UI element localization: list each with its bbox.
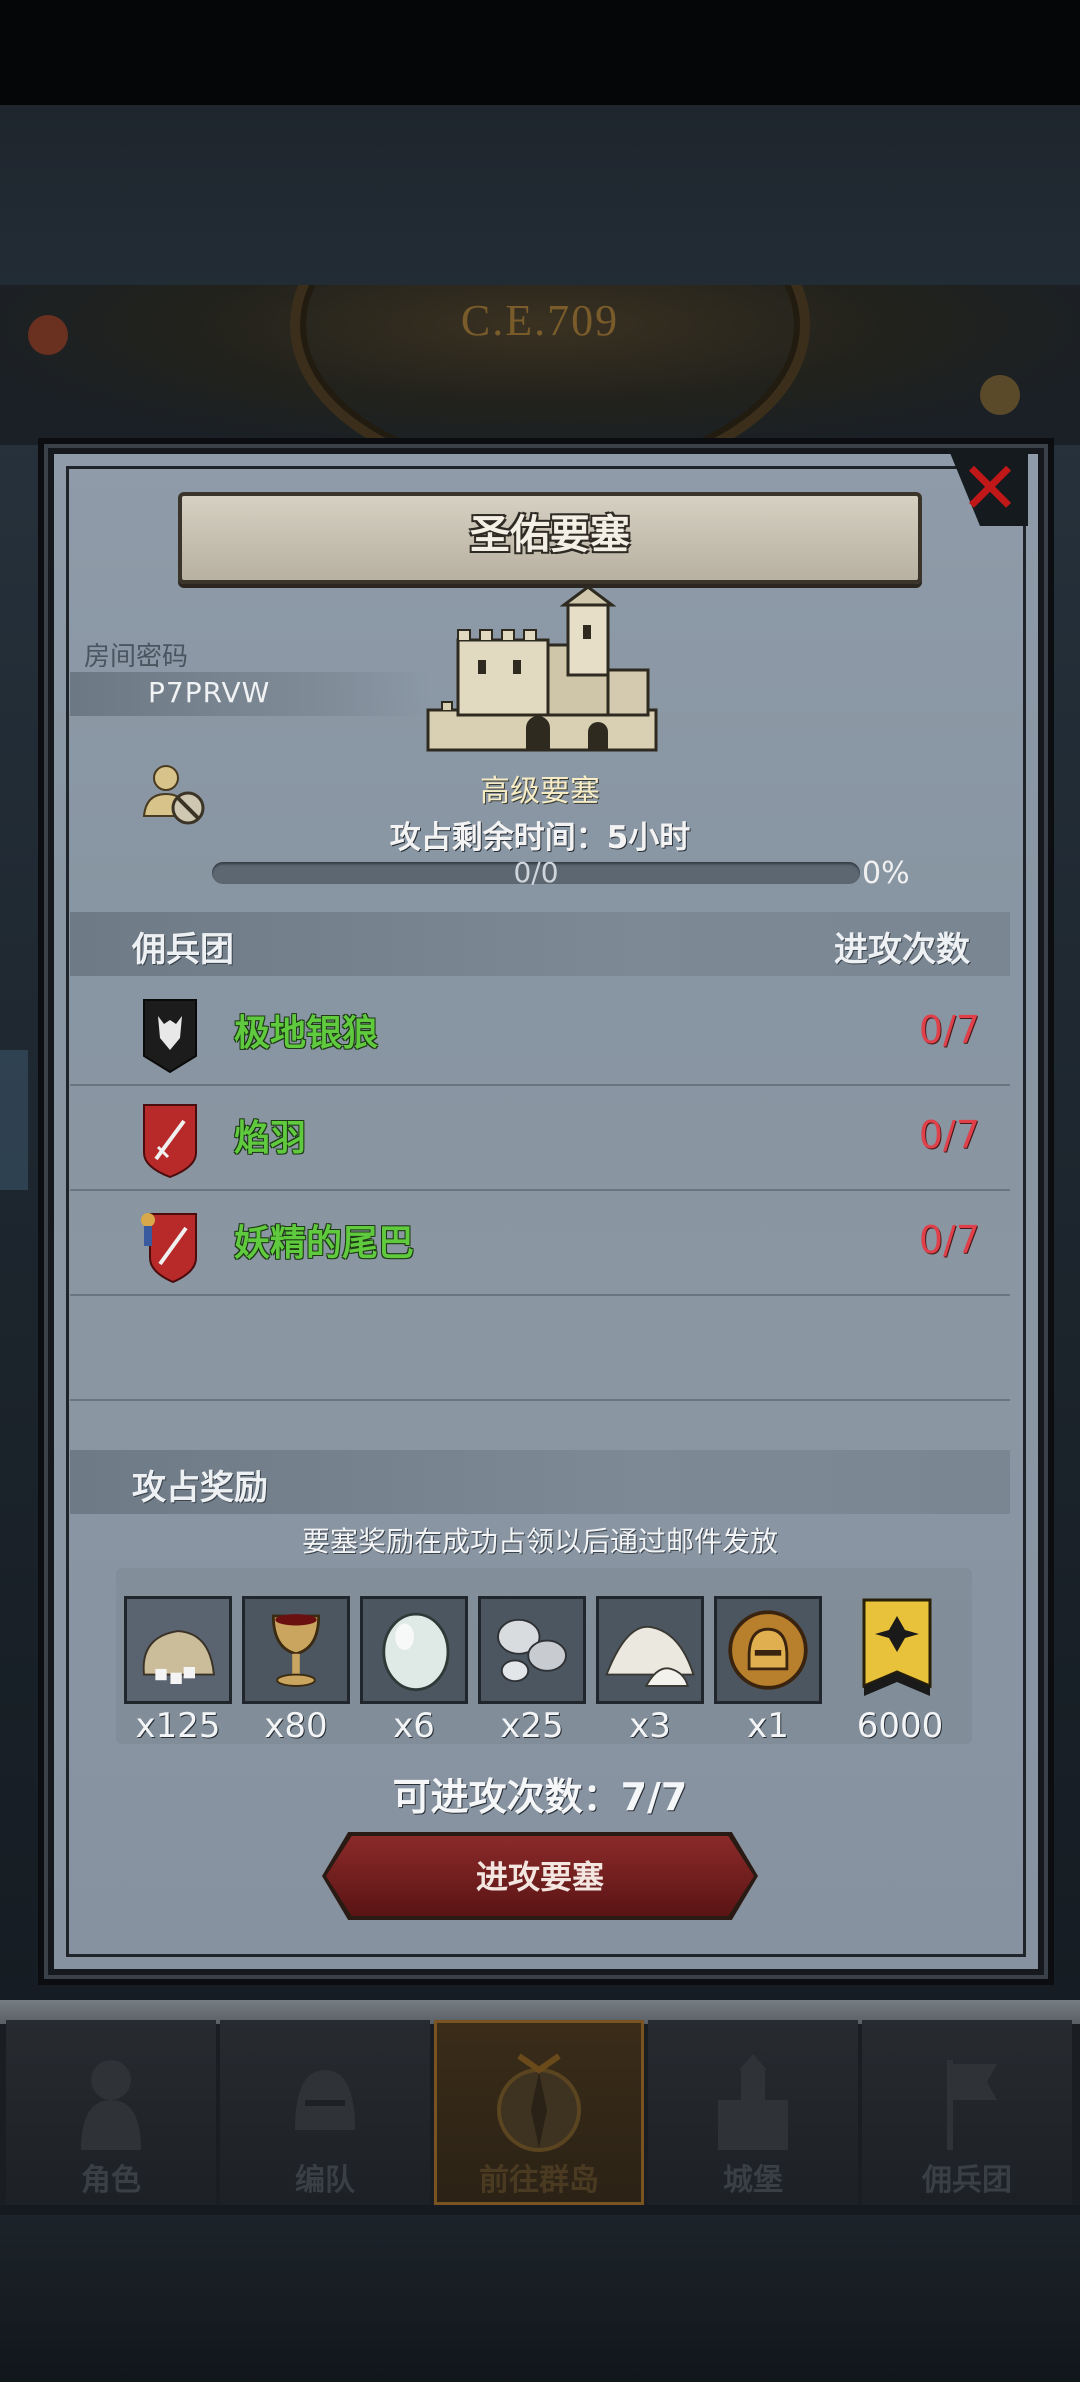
mercenary-section-header: 佣兵团 进攻次数 [70, 912, 1010, 976]
empty-mercenary-row [70, 1295, 1010, 1401]
nav-item-castle[interactable]: 城堡 [648, 2020, 858, 2205]
golden-helmet-icon[interactable] [714, 1596, 822, 1704]
fortress-type: 高级要塞 [480, 774, 600, 809]
nav-item-mercenary[interactable]: 佣兵团 [862, 2020, 1072, 2205]
ornament-icon [980, 375, 1020, 415]
sword-shield-icon [140, 1103, 200, 1179]
world-header: C.E.709 [0, 285, 1080, 445]
knight-icon [81, 2060, 141, 2150]
nav-label: 佣兵团 [922, 2163, 1012, 2198]
nav-label: 前往群岛 [479, 2163, 599, 2198]
wolf-banner-icon [140, 998, 200, 1074]
status-bar-area [0, 0, 1080, 105]
goblet-icon[interactable] [242, 1596, 350, 1704]
nav-label: 城堡 [723, 2163, 783, 2198]
side-strip-left [0, 1050, 28, 1190]
compass-icon [497, 2053, 581, 2152]
reward-count: x25 [500, 1706, 564, 1746]
year-label: C.E.709 [460, 296, 620, 345]
mercenary-name: 焰羽 [234, 1118, 307, 1159]
capture-progress-percent: 0% [862, 856, 910, 891]
attack-fortress-label[interactable]: 进攻要塞 [326, 1852, 754, 1898]
panel-title: 圣佑要塞 [470, 512, 630, 558]
sugar-sack-icon[interactable] [124, 1596, 232, 1704]
room-code-label: 房间密码 [84, 642, 189, 672]
mercenary-row[interactable]: 妖精的尾巴 0/7 [70, 1190, 1010, 1296]
fortress-castle-icon [418, 585, 666, 760]
mercenary-header-label: 佣兵团 [132, 930, 234, 970]
helmet-icon [295, 2070, 355, 2130]
attack-count: 0/7 [918, 1218, 980, 1262]
reward-header-label: 攻占奖励 [132, 1468, 268, 1508]
mercenary-name: 极地银狼 [234, 1013, 379, 1054]
nav-label: 角色 [81, 2163, 141, 2198]
reward-count: 6000 [856, 1706, 944, 1746]
reward-count: x3 [629, 1706, 671, 1746]
reward-count: x80 [264, 1706, 328, 1746]
attack-count: 0/7 [918, 1113, 980, 1157]
attack-count-header-label: 进攻次数 [834, 930, 970, 970]
salt-pile-icon[interactable] [596, 1596, 704, 1704]
gem-stone-icon[interactable] [360, 1596, 468, 1704]
mercenary-row[interactable]: 极地银狼 0/7 [70, 980, 1010, 1086]
guild-banner-icon[interactable] [860, 1596, 934, 1704]
silver-ore-icon[interactable] [478, 1596, 586, 1704]
reward-count: x6 [393, 1706, 435, 1746]
capture-progress-text: 0/0 [513, 856, 559, 889]
castle-icon [718, 2054, 788, 2150]
ornament-icon [28, 315, 68, 355]
reward-count: x125 [135, 1706, 221, 1746]
nav-item-formation[interactable]: 编队 [220, 2020, 430, 2205]
reward-count: x1 [747, 1706, 789, 1746]
mercenary-row[interactable]: 焰羽 0/7 [70, 1085, 1010, 1191]
nav-item-islands[interactable]: 前往群岛 [434, 2020, 644, 2205]
room-code-value[interactable]: P7PRVW [148, 676, 270, 709]
reward-section-header: 攻占奖励 [70, 1450, 1010, 1514]
attack-count: 0/7 [918, 1008, 980, 1052]
bottom-area [0, 2215, 1080, 2382]
reward-note: 要塞奖励在成功占领以后通过邮件发放 [301, 1525, 778, 1558]
flag-icon [947, 2060, 997, 2150]
sword-shield-icon [140, 1208, 200, 1284]
nav-label: 编队 [295, 2163, 355, 2198]
close-icon[interactable]: ✕ [952, 452, 1028, 524]
private-room-icon[interactable] [138, 758, 210, 830]
time-remaining: 攻占剩余时间：5小时 [389, 820, 691, 856]
mercenary-name: 妖精的尾巴 [234, 1223, 415, 1264]
remaining-attempts: 可进攻次数：7/7 [392, 1775, 688, 1819]
nav-item-character[interactable]: 角色 [6, 2020, 216, 2205]
